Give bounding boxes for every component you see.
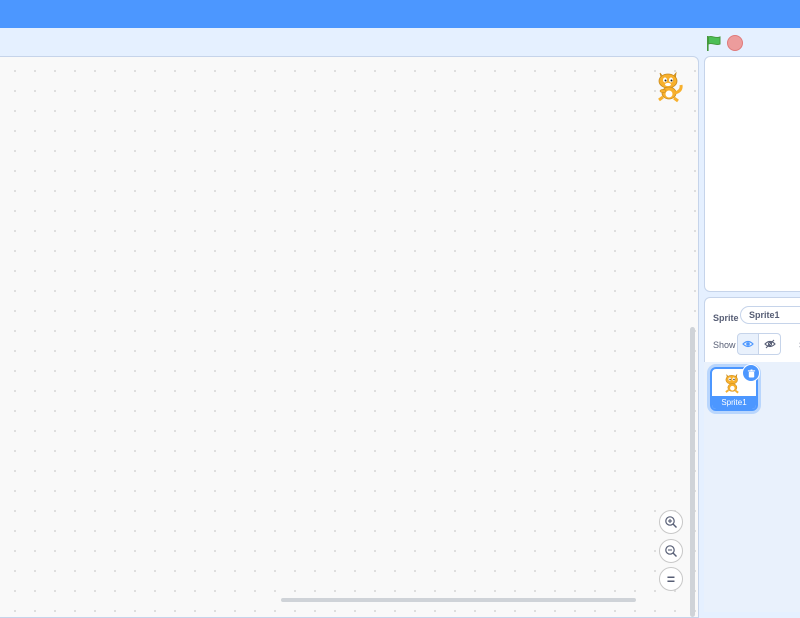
vertical-scrollbar[interactable]	[690, 327, 695, 617]
scratch-cat-icon	[725, 373, 739, 394]
show-label: Show	[713, 340, 736, 350]
zoom-in-icon	[665, 516, 677, 528]
scratch-cat-icon	[658, 71, 683, 103]
toolbar	[0, 28, 800, 56]
zoom-reset-button[interactable]: =	[659, 567, 683, 591]
trash-icon	[747, 368, 755, 378]
show-button[interactable]	[737, 333, 759, 355]
horizontal-scrollbar[interactable]	[281, 598, 636, 602]
sprite-name-input[interactable]	[740, 306, 800, 324]
delete-sprite-button[interactable]	[742, 364, 760, 382]
stage[interactable]	[704, 56, 800, 292]
code-workspace[interactable]: =	[0, 56, 699, 618]
visibility-toggle	[737, 333, 781, 355]
eye-slash-icon	[763, 339, 776, 349]
eye-icon	[742, 340, 754, 348]
menu-bar	[0, 0, 800, 28]
hide-button[interactable]	[759, 333, 781, 355]
zoom-in-button[interactable]	[659, 510, 683, 534]
zoom-out-button[interactable]	[659, 539, 683, 563]
sprite-label: Sprite	[713, 313, 739, 323]
zoom-reset-label: =	[666, 571, 676, 587]
stop-icon[interactable]	[727, 35, 743, 51]
zoom-out-icon	[665, 545, 677, 557]
sprite-tile-name: Sprite1	[712, 396, 756, 409]
sprite-list: Sprite1	[704, 362, 800, 612]
green-flag-icon[interactable]	[705, 34, 723, 52]
sprite-info-panel: Sprite Show S	[704, 297, 800, 363]
